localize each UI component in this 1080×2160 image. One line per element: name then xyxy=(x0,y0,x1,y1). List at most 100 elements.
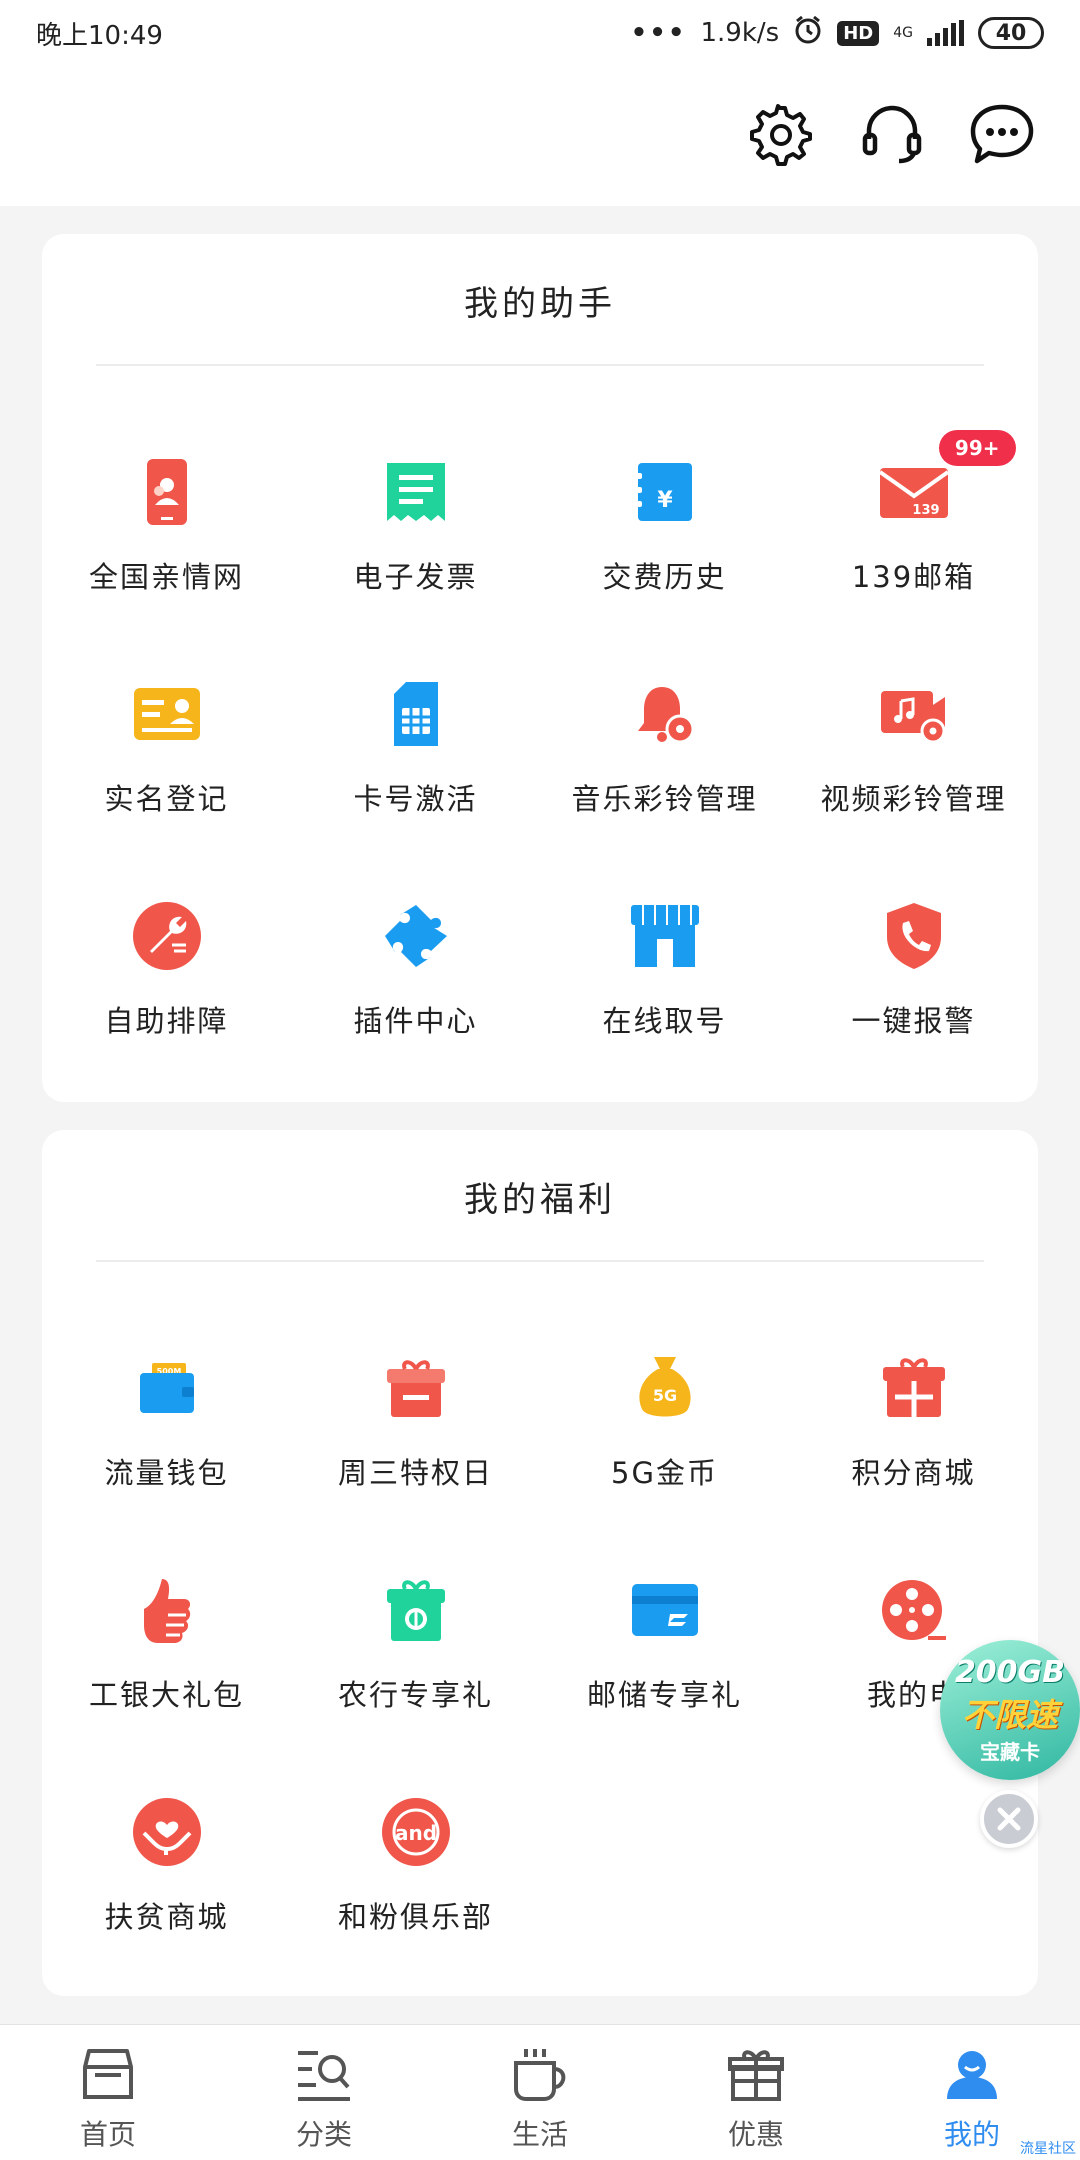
promo-float-ad[interactable]: 200GB 不限速 宝藏卡 xyxy=(940,1640,1080,1780)
bank-card-icon xyxy=(625,1570,705,1650)
grid-item-label: 农行专享礼 xyxy=(337,1678,493,1712)
charity-hands-icon xyxy=(127,1792,207,1872)
more-dots-icon: ••• xyxy=(630,18,687,48)
grid-item-label: 音乐彩铃管理 xyxy=(571,782,758,816)
grid-item-payment-history[interactable]: ¥ 交费历史 xyxy=(540,452,789,652)
divider xyxy=(96,1260,984,1262)
bottom-tab-bar: 首页 分类 生活 优惠 我的 流星社区 xyxy=(0,2024,1080,2160)
grid-item-music-ringback[interactable]: 音乐彩铃管理 xyxy=(540,674,789,874)
close-icon xyxy=(997,1807,1021,1831)
network-type: 4G xyxy=(893,25,913,41)
grid-item-online-queue[interactable]: 在线取号 xyxy=(540,896,789,1096)
video-settings-icon xyxy=(874,674,954,754)
shield-phone-icon xyxy=(874,896,954,976)
battery-level: 40 xyxy=(995,20,1027,46)
grid-item-abc-gift[interactable]: 农行专享礼 xyxy=(291,1570,540,1770)
svg-text:139: 139 xyxy=(912,503,939,518)
grid-item-label: 积分商城 xyxy=(851,1456,976,1490)
card-title: 我的助手 xyxy=(464,284,616,324)
sim-card-icon xyxy=(376,674,456,754)
grid-item-label: 实名登记 xyxy=(104,782,229,816)
wrench-icon xyxy=(127,896,207,976)
grid-item-label: 139邮箱 xyxy=(851,560,976,594)
mail-139-icon: 139 99+ xyxy=(874,430,1016,532)
grid-item-sim-activate[interactable]: 卡号激活 xyxy=(291,674,540,874)
grid-item-label: 邮储专享礼 xyxy=(586,1678,742,1712)
film-reel-icon xyxy=(874,1570,954,1650)
grid-item-psbc-gift[interactable]: 邮储专享礼 xyxy=(540,1570,789,1770)
grid-item-family-net[interactable]: 全国亲情网 xyxy=(42,452,291,652)
watermark: 流星社区 xyxy=(1020,2141,1076,2157)
tab-category[interactable]: 分类 xyxy=(216,2025,432,2160)
card-title: 我的福利 xyxy=(464,1180,616,1220)
svg-text:¥: ¥ xyxy=(657,488,673,513)
abc-gift-icon xyxy=(376,1570,456,1650)
profile-icon xyxy=(941,2043,1003,2105)
category-search-icon xyxy=(293,2043,355,2105)
fan-club-icon: and xyxy=(376,1792,456,1872)
fan-club-tag: and xyxy=(394,1821,436,1845)
grid-item-fan-club[interactable]: and 和粉俱乐部 xyxy=(291,1792,540,1992)
grid-item-plugin-center[interactable]: 插件中心 xyxy=(291,896,540,1096)
tab-label: 优惠 xyxy=(727,2118,784,2151)
grid-item-label: 周三特权日 xyxy=(337,1456,493,1490)
grid-item-video-ringback[interactable]: 视频彩铃管理 xyxy=(789,674,1038,874)
grid-item-label: 视频彩铃管理 xyxy=(820,782,1007,816)
grid-item-139-mail[interactable]: 139 99+ 139邮箱 xyxy=(789,430,1038,652)
grid-item-label: 工银大礼包 xyxy=(88,1678,244,1712)
battery-icon: 40 xyxy=(978,17,1044,49)
grid-item-5g-coin[interactable]: 5G 5G金币 xyxy=(540,1348,789,1548)
alarm-icon xyxy=(793,15,823,52)
grid-item-emergency-alarm[interactable]: 一键报警 xyxy=(789,896,1038,1096)
tab-label: 分类 xyxy=(295,2118,352,2151)
coin-bag-icon: 5G xyxy=(625,1348,705,1428)
close-promo-button[interactable] xyxy=(980,1790,1038,1848)
grid-item-poverty-mall[interactable]: 扶贫商城 xyxy=(42,1792,291,1992)
thumbs-up-icon xyxy=(127,1570,207,1650)
promo-line3: 宝藏卡 xyxy=(980,1740,1040,1764)
grid-item-data-wallet[interactable]: 500M 流量钱包 xyxy=(42,1348,291,1548)
invoice-icon xyxy=(376,452,456,532)
gear-icon[interactable] xyxy=(744,98,816,170)
store-icon xyxy=(625,896,705,976)
grid-item-self-repair[interactable]: 自助排障 xyxy=(42,896,291,1096)
status-indicators: ••• 1.9k/s HD 4G 40 xyxy=(631,15,1044,52)
grid-item-label: 在线取号 xyxy=(602,1004,727,1038)
divider xyxy=(96,364,984,366)
tab-label: 首页 xyxy=(79,2118,136,2151)
tab-life[interactable]: 生活 xyxy=(432,2025,648,2160)
status-time: 晚上10:49 xyxy=(36,20,163,51)
hd-badge: HD xyxy=(837,20,880,46)
gift-icon xyxy=(725,2043,787,2105)
payment-history-icon: ¥ xyxy=(625,452,705,532)
header xyxy=(0,66,1080,206)
grid-item-points-mall[interactable]: 积分商城 xyxy=(789,1348,1038,1548)
headset-icon[interactable] xyxy=(856,98,928,170)
grid-item-icbc-gift[interactable]: 工银大礼包 xyxy=(42,1570,291,1770)
grid-item-label: 交费历史 xyxy=(602,560,727,594)
puzzle-icon xyxy=(376,896,456,976)
network-speed: 1.9k/s xyxy=(700,18,780,48)
status-bar: 晚上10:49 ••• 1.9k/s HD 4G 40 xyxy=(0,0,1080,66)
promo-line1: 200GB xyxy=(954,1655,1066,1690)
grid-item-label: 一键报警 xyxy=(851,1004,976,1038)
bell-settings-icon xyxy=(625,674,705,754)
tab-label: 生活 xyxy=(511,2118,568,2151)
grid-item-label: 5G金币 xyxy=(611,1456,718,1490)
grid-item-label: 自助排障 xyxy=(104,1004,229,1038)
grid-item-wednesday-privilege[interactable]: 周三特权日 xyxy=(291,1348,540,1548)
promo-line2: 不限速 xyxy=(961,1696,1058,1734)
points-mall-icon xyxy=(874,1348,954,1428)
assistant-card: 我的助手 全国亲情网 电子发票 ¥ 交费历史 139 99+ 139邮箱 实名登… xyxy=(42,234,1038,1102)
grid-item-label: 和粉俱乐部 xyxy=(337,1900,493,1934)
tab-offers[interactable]: 优惠 xyxy=(648,2025,864,2160)
home-icon xyxy=(77,2043,139,2105)
grid-item-label: 流量钱包 xyxy=(104,1456,229,1490)
grid-item-label: 卡号激活 xyxy=(353,782,478,816)
coffee-cup-icon xyxy=(509,2043,571,2105)
grid-item-invoice[interactable]: 电子发票 xyxy=(291,452,540,652)
tab-home[interactable]: 首页 xyxy=(0,2025,216,2160)
unread-badge: 99+ xyxy=(938,430,1016,466)
message-icon[interactable] xyxy=(966,98,1038,170)
grid-item-real-name[interactable]: 实名登记 xyxy=(42,674,291,874)
